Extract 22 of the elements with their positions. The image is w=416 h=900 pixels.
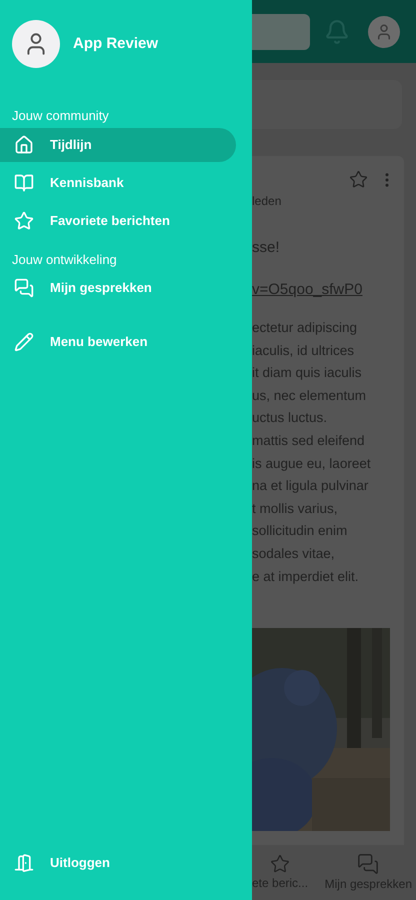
pencil-icon (14, 332, 34, 352)
menu-item[interactable]: Menu bewerken (0, 325, 236, 359)
star-icon (270, 854, 290, 874)
menu-item[interactable]: Favoriete berichten (0, 204, 236, 238)
chat-bubbles-icon (14, 278, 34, 298)
house-icon (14, 134, 34, 154)
menu-item[interactable]: Mijn gesprekken (0, 271, 236, 305)
avatar[interactable] (368, 16, 400, 48)
menu-item[interactable]: Kennisbank (0, 166, 236, 200)
book-icon (14, 172, 34, 192)
search-field[interactable] (252, 14, 310, 50)
bell-icon[interactable] (324, 18, 350, 44)
user-name: App Review (73, 34, 158, 54)
chat-bubbles-icon (357, 852, 380, 875)
menu-item[interactable]: Uitloggen (0, 846, 236, 880)
section-heading: Jouw ontwikkeling (11, 250, 118, 269)
door-icon (14, 853, 34, 873)
menu-item[interactable]: Tijdlijn (0, 128, 236, 162)
star-icon[interactable] (349, 170, 368, 189)
star-icon (14, 210, 34, 230)
person-icon (375, 22, 393, 40)
section-heading: Jouw community (11, 107, 110, 125)
